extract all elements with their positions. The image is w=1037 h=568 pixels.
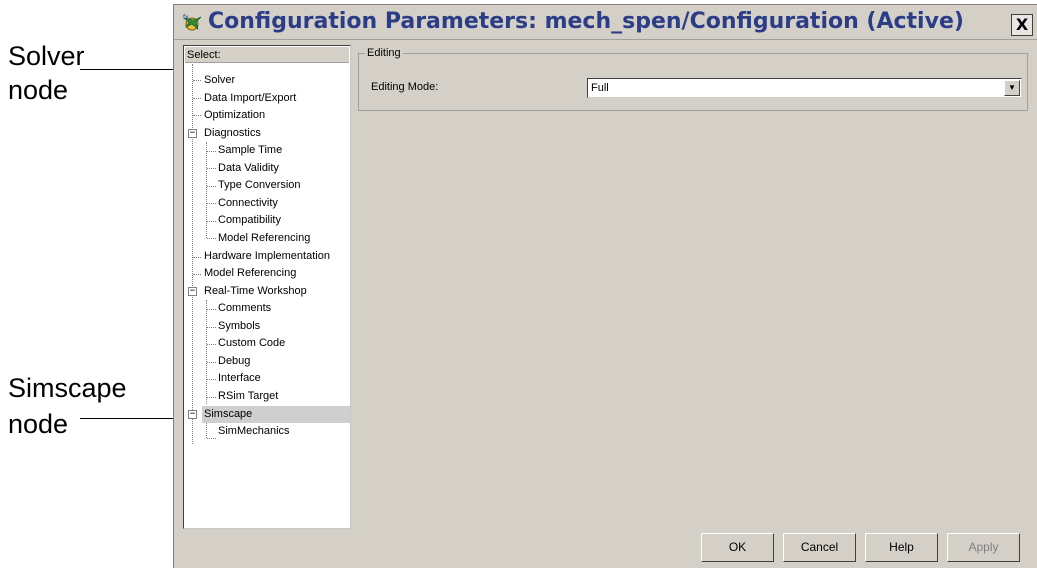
tree-item-solver[interactable]: Solver: [202, 72, 237, 89]
editing-mode-select[interactable]: Full ▼: [587, 78, 1022, 98]
tree-connector: [207, 186, 216, 187]
tree-item-label: Compatibility: [218, 214, 281, 226]
tree-item-label: Diagnostics: [204, 127, 261, 139]
tree-item-label: Debug: [218, 355, 251, 367]
tree-connector: [192, 64, 193, 444]
tree-item-optimization[interactable]: Optimization: [202, 107, 267, 124]
tree-item-simscape[interactable]: Simscape: [202, 406, 350, 423]
simscape-callout-line2: node: [8, 409, 69, 439]
tree-item-label: Data Import/Export: [204, 92, 297, 104]
tree-connector: [207, 203, 216, 204]
collapse-simscape-icon[interactable]: −: [188, 410, 197, 419]
tree-connector: [193, 274, 201, 275]
tree-item-label: Simscape: [204, 408, 253, 420]
tree-connector: [193, 257, 201, 258]
collapse-diagnostics-icon[interactable]: −: [188, 129, 197, 138]
editing-mode-value: Full: [591, 82, 609, 94]
ok-button[interactable]: OK: [701, 533, 774, 562]
tree-item-custom-code[interactable]: Custom Code: [216, 335, 287, 352]
tree-item-label: Hardware Implementation: [204, 250, 330, 262]
tree-connector: [207, 168, 216, 169]
editing-mode-label: Editing Mode:: [371, 81, 439, 93]
tree-item-label: Optimization: [204, 109, 266, 121]
collapse-real-time-workshop-icon[interactable]: −: [188, 287, 197, 296]
help-button[interactable]: Help: [865, 533, 938, 562]
tree-item-label: Connectivity: [218, 197, 278, 209]
tree-item-compatibility[interactable]: Compatibility: [216, 212, 283, 229]
tree-header: Select:: [185, 47, 349, 63]
solver-callout-line1: Solver: [8, 41, 85, 71]
tree-item-model-referencing-diag[interactable]: Model Referencing: [216, 230, 312, 247]
tree-item-label: Real-Time Workshop: [204, 285, 307, 297]
tree-connector: [207, 327, 216, 328]
simulink-model-icon: fx: [181, 12, 203, 34]
tree-item-label: Type Conversion: [218, 179, 301, 191]
tree-item-real-time-workshop[interactable]: Real-Time Workshop: [202, 283, 309, 300]
tree-item-connectivity[interactable]: Connectivity: [216, 195, 280, 212]
tree-item-label: Data Validity: [218, 162, 279, 174]
tree-item-data-import-export[interactable]: Data Import/Export: [202, 90, 298, 107]
tree-connector: [207, 379, 216, 380]
close-button[interactable]: X: [1011, 14, 1033, 36]
tree-item-type-conversion[interactable]: Type Conversion: [216, 177, 303, 194]
tree-connector: [207, 221, 216, 222]
tree-item-comments[interactable]: Comments: [216, 300, 273, 317]
tree-item-rsim-target[interactable]: RSim Target: [216, 388, 280, 405]
tree-connector: [193, 115, 201, 116]
title-bar[interactable]: fx Configuration Parameters: mech_spen/C…: [174, 5, 1037, 40]
tree-item-label: SimMechanics: [218, 425, 290, 437]
tree-item-symbols[interactable]: Symbols: [216, 318, 262, 335]
tree-connector: [207, 309, 216, 310]
tree-item-label: Custom Code: [218, 337, 286, 349]
apply-button[interactable]: Apply: [947, 533, 1020, 562]
tree-item-debug[interactable]: Debug: [216, 353, 252, 370]
cancel-button[interactable]: Cancel: [783, 533, 856, 562]
tree-connector: [207, 151, 216, 152]
tree-connector: [193, 98, 201, 99]
tree-item-simmechanics[interactable]: SimMechanics: [216, 423, 292, 440]
tree-item-label: Solver: [204, 74, 236, 86]
editing-group-title: Editing: [365, 46, 403, 60]
svg-text:fx: fx: [183, 14, 189, 21]
tree-connector: [207, 238, 216, 239]
tree-connector: [207, 344, 216, 345]
tree-item-label: RSim Target: [218, 390, 279, 402]
tree-panel: Select: − − − Solver Data Import/Export …: [183, 45, 351, 529]
simscape-callout-line1: Simscape: [8, 373, 127, 403]
tree-item-diagnostics[interactable]: Diagnostics: [202, 125, 263, 142]
tree-item-interface[interactable]: Interface: [216, 370, 263, 387]
solver-callout-line2: node: [8, 75, 69, 105]
tree-item-label: Model Referencing: [218, 232, 311, 244]
tree-connector: [207, 397, 216, 398]
window-title: Configuration Parameters: mech_spen/Conf…: [208, 9, 964, 34]
tree-item-data-validity[interactable]: Data Validity: [216, 160, 281, 177]
tree-item-label: Interface: [218, 372, 261, 384]
tree-connector: [193, 80, 201, 81]
tree-item-label: Sample Time: [218, 144, 283, 156]
tree-connector: [207, 438, 216, 439]
tree-item-model-referencing[interactable]: Model Referencing: [202, 265, 298, 282]
tree-connector: [206, 422, 207, 438]
tree-item-sample-time[interactable]: Sample Time: [216, 142, 284, 159]
dropdown-arrow-icon[interactable]: ▼: [1004, 80, 1020, 96]
tree-connector: [206, 300, 207, 404]
tree-item-label: Model Referencing: [204, 267, 297, 279]
tree-item-hardware-implementation[interactable]: Hardware Implementation: [202, 248, 332, 265]
tree-item-label: Symbols: [218, 320, 261, 332]
tree-item-label: Comments: [218, 302, 272, 314]
configuration-dialog: fx Configuration Parameters: mech_spen/C…: [173, 4, 1037, 568]
tree-connector: [207, 362, 216, 363]
tree-connector: [206, 142, 207, 238]
